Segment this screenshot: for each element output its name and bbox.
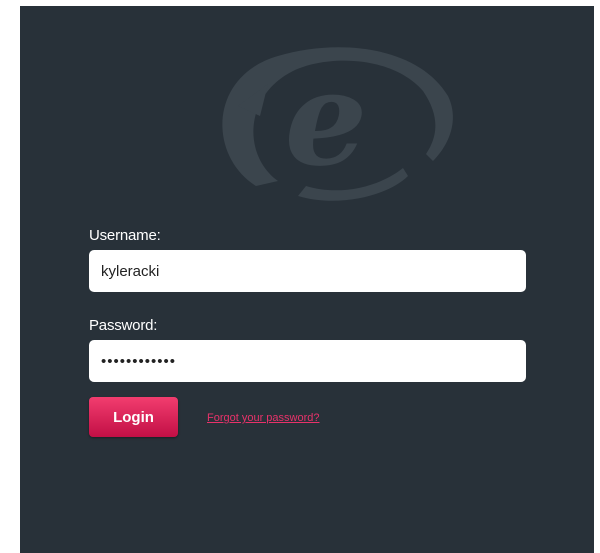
login-panel: e Username: Password: Login Forgot your … — [20, 6, 594, 553]
password-input[interactable] — [89, 340, 526, 382]
e-logo-icon: e — [222, 42, 453, 201]
login-button[interactable]: Login — [89, 397, 178, 437]
password-label: Password: — [89, 317, 158, 334]
username-label: Username: — [89, 227, 161, 244]
forgot-password-link[interactable]: Forgot your password? — [207, 412, 320, 424]
username-input[interactable] — [89, 250, 526, 292]
svg-text:e: e — [285, 42, 368, 195]
